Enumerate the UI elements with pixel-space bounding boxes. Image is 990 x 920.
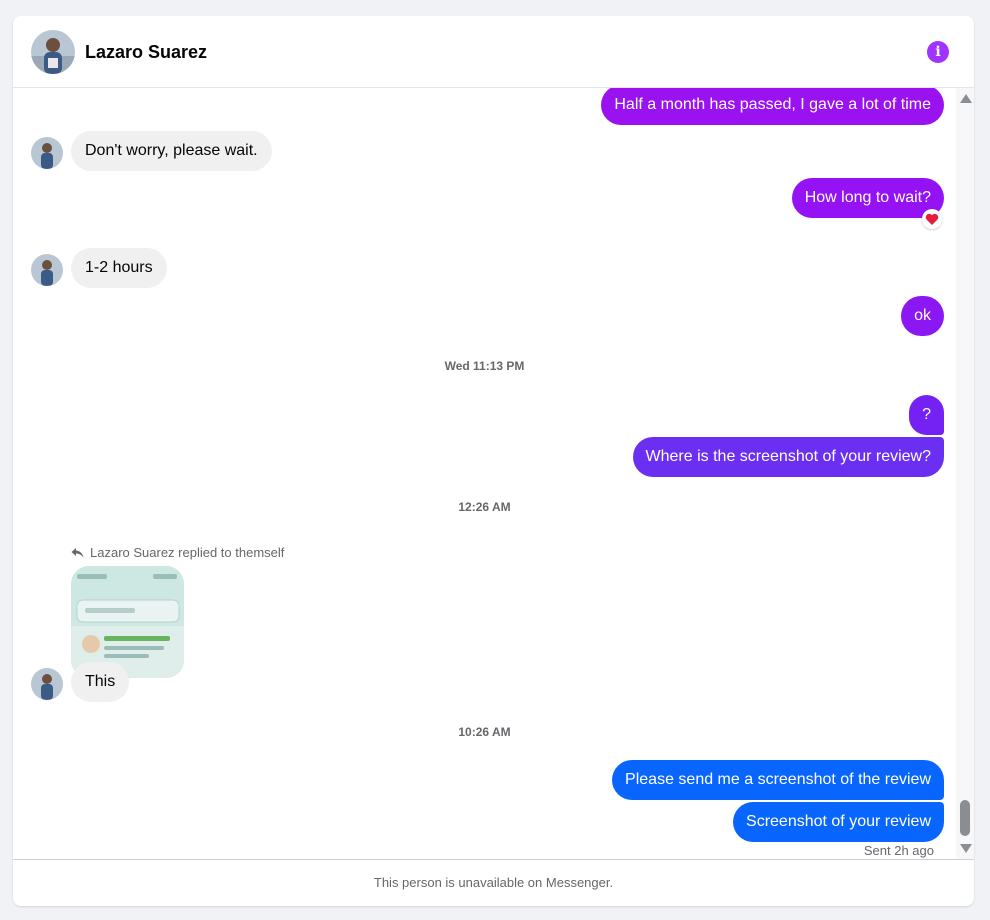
- contact-avatar-small: [31, 254, 63, 286]
- heart-reaction-icon[interactable]: [922, 209, 942, 229]
- timestamp: Wed 11:13 PM: [444, 359, 525, 373]
- chat-header: Lazaro Suarez i: [13, 16, 974, 88]
- outgoing-message[interactable]: Where is the screenshot of your review?: [632, 437, 944, 477]
- scrollbar[interactable]: [956, 88, 974, 859]
- info-icon[interactable]: i: [927, 41, 949, 63]
- reply-note-text: Lazaro Suarez replied to themself: [90, 545, 285, 560]
- contact-avatar-small: [31, 137, 63, 169]
- outgoing-message[interactable]: Please send me a screenshot of the revie…: [612, 760, 944, 800]
- outgoing-message[interactable]: ok: [901, 296, 944, 336]
- timestamp: 12:26 AM: [458, 500, 511, 514]
- unavailable-notice: This person is unavailable on Messenger.: [13, 859, 974, 906]
- timestamp: 10:26 AM: [458, 725, 511, 739]
- incoming-message[interactable]: Don't worry, please wait.: [71, 131, 272, 171]
- outgoing-message[interactable]: ?: [909, 395, 944, 435]
- outgoing-message[interactable]: Half a month has passed, I gave a lot of…: [601, 88, 944, 125]
- scroll-up-icon[interactable]: [960, 94, 972, 103]
- message-list: Half a month has passed, I gave a lot of…: [13, 88, 974, 859]
- scrollbar-thumb[interactable]: [960, 800, 970, 836]
- contact-avatar-small: [31, 668, 63, 700]
- reply-note: Lazaro Suarez replied to themself: [71, 545, 284, 560]
- sent-status: Sent 2h ago: [863, 843, 934, 858]
- scroll-down-icon[interactable]: [960, 844, 972, 853]
- contact-name[interactable]: Lazaro Suarez: [85, 42, 207, 63]
- reply-icon: [71, 547, 84, 558]
- outgoing-message[interactable]: Screenshot of your review: [733, 802, 944, 842]
- chat-window: Lazaro Suarez i Half a month has passed,…: [13, 16, 974, 906]
- outgoing-message[interactable]: How long to wait?: [791, 178, 944, 218]
- incoming-message[interactable]: 1-2 hours: [71, 248, 167, 288]
- incoming-message[interactable]: This: [71, 662, 130, 702]
- contact-avatar[interactable]: [31, 30, 75, 74]
